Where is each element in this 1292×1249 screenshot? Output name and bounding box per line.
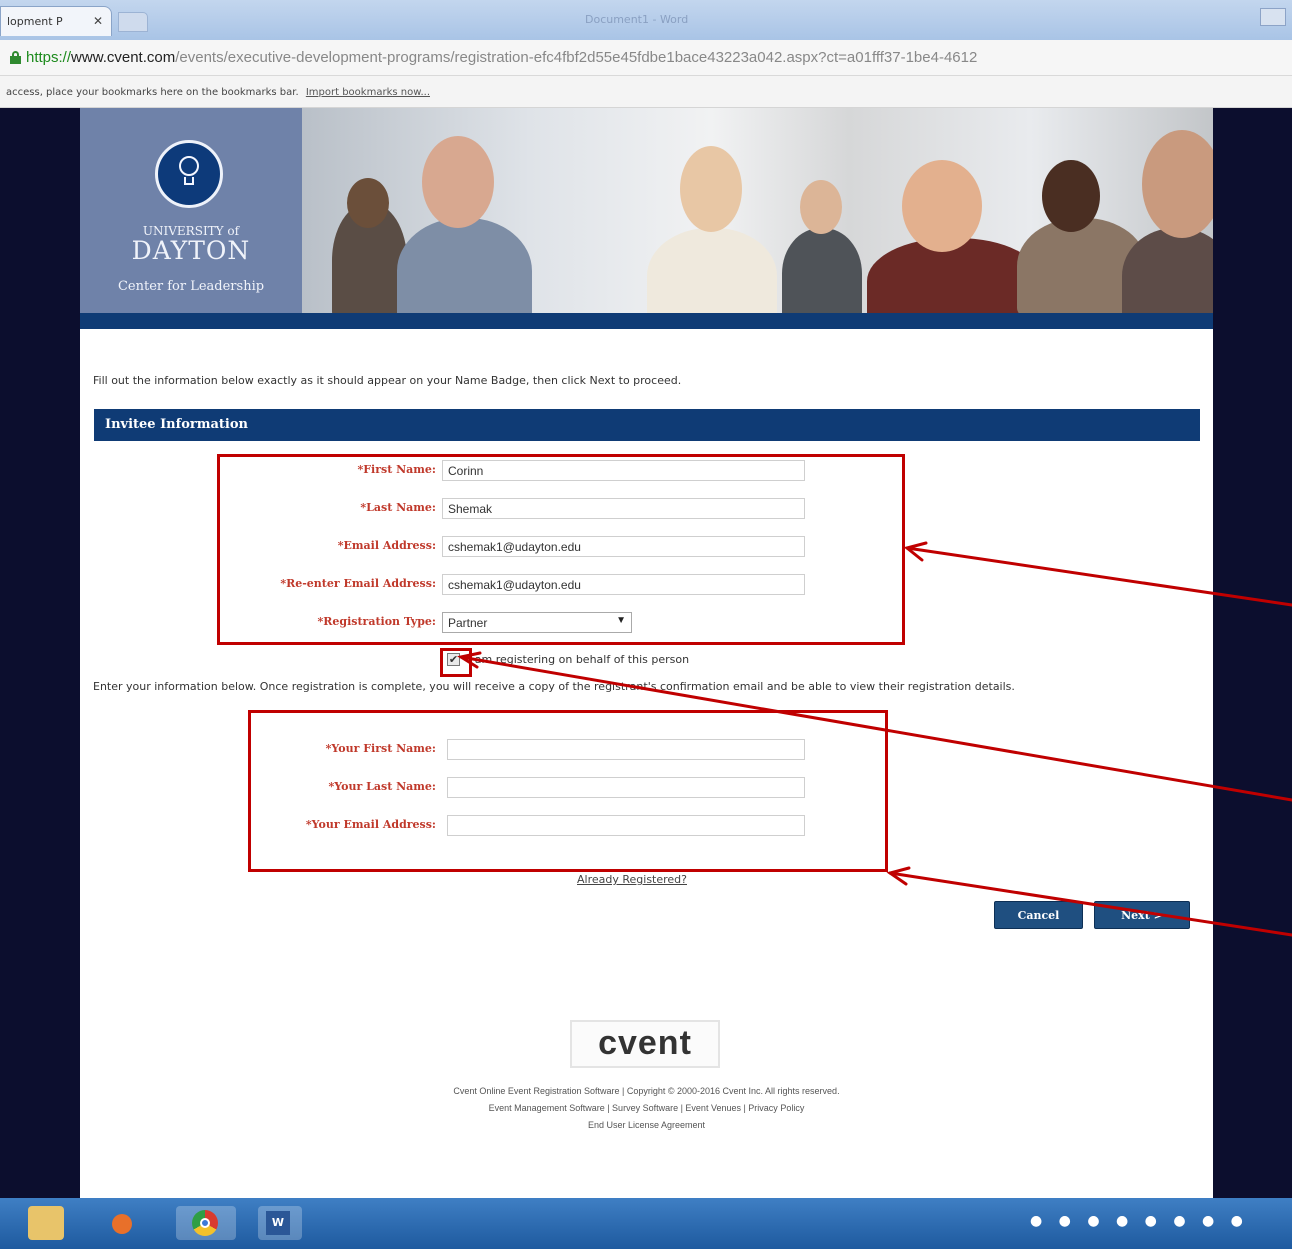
tab-close-icon[interactable]: ✕	[93, 14, 103, 28]
banner-photo	[302, 108, 1213, 313]
windows-taskbar: W ● ● ● ● ● ● ● ●	[0, 1198, 1292, 1249]
url-path: /events/executive-development-programs/r…	[175, 49, 978, 66]
registration-page: UNIVERSITY of DAYTON Center for Leadersh…	[80, 108, 1213, 1198]
url-scheme: https://	[26, 49, 72, 66]
footer-links[interactable]: Event Management Software | Survey Softw…	[80, 1103, 1213, 1113]
annotation-box-checkbox	[440, 648, 472, 677]
lightbulb-icon	[177, 156, 201, 190]
behalf-note: Enter your information below. Once regis…	[93, 680, 1015, 693]
annotation-box-your-info	[248, 710, 888, 872]
browser-tab[interactable]: lopment P ✕	[0, 6, 112, 36]
system-tray[interactable]: ● ● ● ● ● ● ● ●	[1030, 1213, 1249, 1229]
word-icon[interactable]: W	[258, 1206, 302, 1240]
annotation-box-invitee	[217, 454, 905, 645]
form-instructions: Fill out the information below exactly a…	[93, 374, 682, 387]
next-button[interactable]: Next >	[1094, 901, 1190, 929]
url-text[interactable]: https://www.cvent.com/events/executive-d…	[26, 49, 977, 66]
bookmarks-bar: access, place your bookmarks here on the…	[0, 76, 1292, 108]
university-logo-panel: UNIVERSITY of DAYTON Center for Leadersh…	[80, 108, 302, 313]
cancel-button[interactable]: Cancel	[994, 901, 1083, 929]
window-title: Document1 - Word	[585, 13, 689, 26]
banner-bar	[80, 313, 1213, 329]
new-tab-button[interactable]	[118, 12, 148, 32]
url-host: www.cvent.com	[71, 49, 176, 66]
browser-tabstrip: lopment P ✕ Document1 - Word	[0, 0, 1292, 40]
address-bar[interactable]: https://www.cvent.com/events/executive-d…	[0, 40, 1292, 76]
behalf-checkbox-label: I am registering on behalf of this perso…	[468, 653, 690, 666]
chrome-icon[interactable]	[176, 1206, 236, 1240]
import-bookmarks-link[interactable]: Import bookmarks now...	[306, 87, 430, 98]
file-explorer-icon[interactable]	[28, 1206, 64, 1240]
footer-eula-link[interactable]: End User License Agreement	[80, 1120, 1213, 1130]
already-registered-link[interactable]: Already Registered?	[577, 873, 687, 886]
header-banner: UNIVERSITY of DAYTON Center for Leadersh…	[80, 108, 1213, 313]
bookmarks-hint: access, place your bookmarks here on the…	[6, 87, 299, 98]
logo-dayton-text: DAYTON	[131, 236, 251, 265]
logo-center-text: Center for Leadership	[117, 279, 265, 294]
cvent-logo: cvent	[570, 1020, 720, 1068]
media-player-icon[interactable]	[104, 1206, 140, 1240]
window-control-button[interactable]	[1260, 8, 1286, 26]
lock-icon	[10, 51, 21, 64]
section-header-invitee: Invitee Information	[94, 409, 1200, 441]
browser-tab-title: lopment P	[7, 15, 63, 28]
footer-copyright: Cvent Online Event Registration Software…	[453, 1086, 840, 1096]
